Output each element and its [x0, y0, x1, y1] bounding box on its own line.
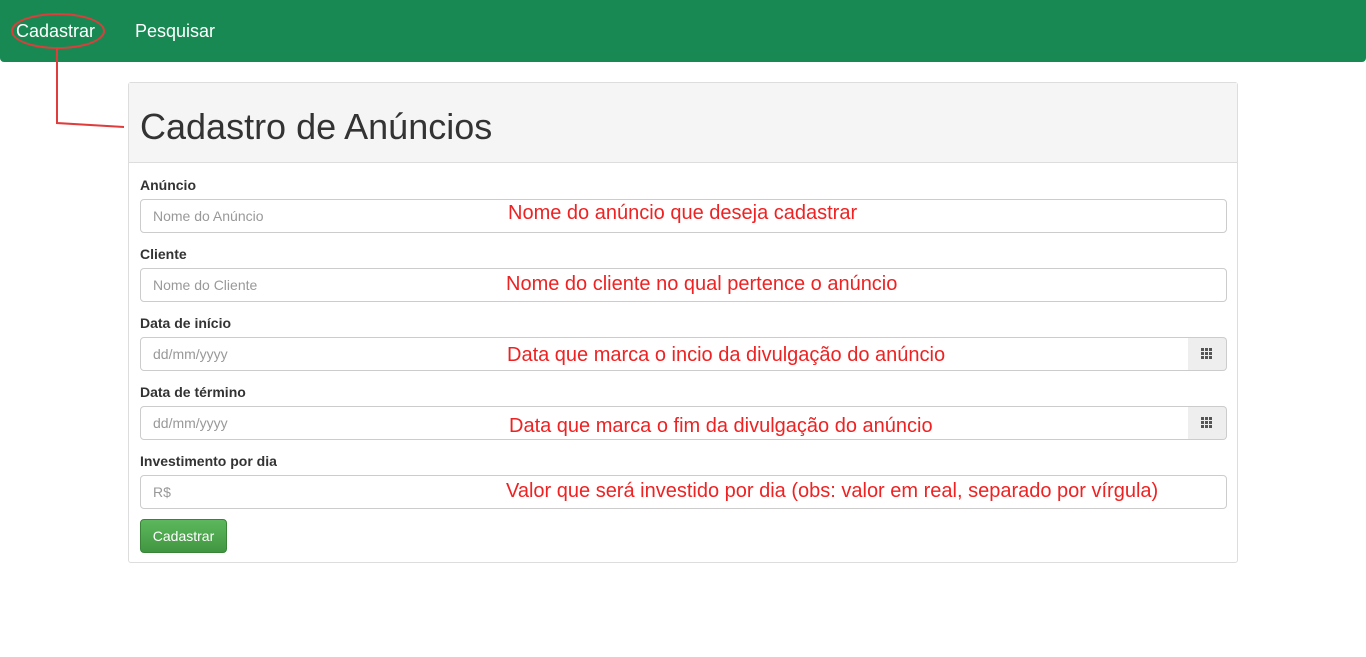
cliente-label: Cliente — [140, 246, 187, 262]
annotation-investimento: Valor que será investido por dia (obs: v… — [506, 480, 1159, 502]
form-panel: Cadastro de Anúncios Anúncio Nome do anú… — [128, 82, 1238, 563]
nav-item-pesquisar[interactable]: Pesquisar — [135, 20, 215, 42]
panel-heading: Cadastro de Anúncios — [129, 83, 1237, 163]
annotation-data-inicio: Data que marca o incio da divulgação do … — [507, 344, 946, 366]
page-title: Cadastro de Anúncios — [140, 106, 493, 147]
cadastrar-button[interactable]: Cadastrar — [140, 519, 227, 553]
top-navbar: Cadastrar Pesquisar — [0, 0, 1366, 62]
annotation-data-termino: Data que marca o fim da divulgação do an… — [509, 415, 933, 437]
data-termino-label: Data de término — [140, 384, 246, 400]
calendar-grid-icon — [1201, 348, 1213, 360]
annotation-anuncio: Nome do anúncio que deseja cadastrar — [508, 202, 858, 224]
data-inicio-label: Data de início — [140, 315, 232, 331]
data-termino-calendar-button[interactable] — [1188, 406, 1227, 440]
annotation-highlight-ellipse — [11, 13, 105, 49]
annotation-cliente: Nome do cliente no qual pertence o anúnc… — [506, 273, 898, 295]
data-inicio-calendar-button[interactable] — [1188, 337, 1227, 371]
anuncio-label: Anúncio — [140, 177, 196, 193]
investimento-label: Investimento por dia — [140, 453, 277, 469]
calendar-grid-icon — [1201, 417, 1213, 429]
